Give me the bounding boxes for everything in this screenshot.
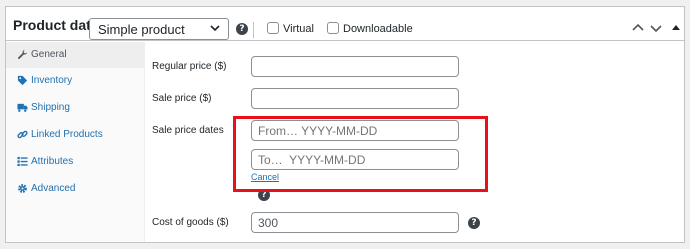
tab-general[interactable]: General xyxy=(6,42,145,68)
help-icon[interactable]: ? xyxy=(236,23,248,35)
downloadable-checkbox[interactable] xyxy=(327,22,339,34)
sale-price-label: Sale price ($) xyxy=(152,93,212,104)
sale-price-dates-label: Sale price dates xyxy=(152,125,224,136)
gear-icon xyxy=(18,184,27,193)
regular-price-label: Regular price ($) xyxy=(152,61,227,72)
tab-label: Attributes xyxy=(31,156,74,167)
product-data-header: Product data — Simple product ? Virtual … xyxy=(6,7,684,41)
chevron-up-icon[interactable] xyxy=(631,21,645,35)
tag-icon xyxy=(17,75,28,86)
tab-attributes[interactable]: Attributes xyxy=(6,149,145,175)
chevron-down-icon xyxy=(210,25,220,32)
product-type-select[interactable]: Simple product xyxy=(89,18,229,40)
tab-inventory[interactable]: Inventory xyxy=(6,68,145,94)
chevron-down-icon[interactable] xyxy=(649,21,663,35)
downloadable-label: Downloadable xyxy=(343,23,413,35)
tab-label: General xyxy=(31,49,67,60)
link-icon xyxy=(17,130,28,139)
virtual-label: Virtual xyxy=(283,23,314,35)
truck-icon xyxy=(17,103,28,112)
header-divider xyxy=(253,22,254,38)
tab-label: Linked Products xyxy=(31,129,103,140)
list-icon xyxy=(17,156,28,167)
product-data-tabs: General Inventory Shipping Linked Produc… xyxy=(6,42,145,242)
tab-linked-products[interactable]: Linked Products xyxy=(6,122,145,148)
regular-price-input[interactable] xyxy=(251,56,459,77)
tab-advanced[interactable]: Advanced xyxy=(6,176,145,202)
wrench-icon xyxy=(18,49,28,59)
collapse-arrow-icon[interactable] xyxy=(669,21,683,35)
highlight-box xyxy=(233,116,488,192)
sale-price-input[interactable] xyxy=(251,88,459,109)
product-data-panel: Product data — Simple product ? Virtual … xyxy=(5,6,685,243)
cost-of-goods-input[interactable] xyxy=(251,212,459,233)
tab-label: Inventory xyxy=(31,75,73,86)
tab-label: Shipping xyxy=(31,102,70,113)
product-type-value: Simple product xyxy=(98,22,185,37)
tab-label: Advanced xyxy=(31,183,76,194)
virtual-checkbox[interactable] xyxy=(267,22,279,34)
help-icon[interactable]: ? xyxy=(468,217,480,229)
tab-shipping[interactable]: Shipping xyxy=(6,95,145,121)
cost-of-goods-label: Cost of goods ($) xyxy=(152,217,229,228)
